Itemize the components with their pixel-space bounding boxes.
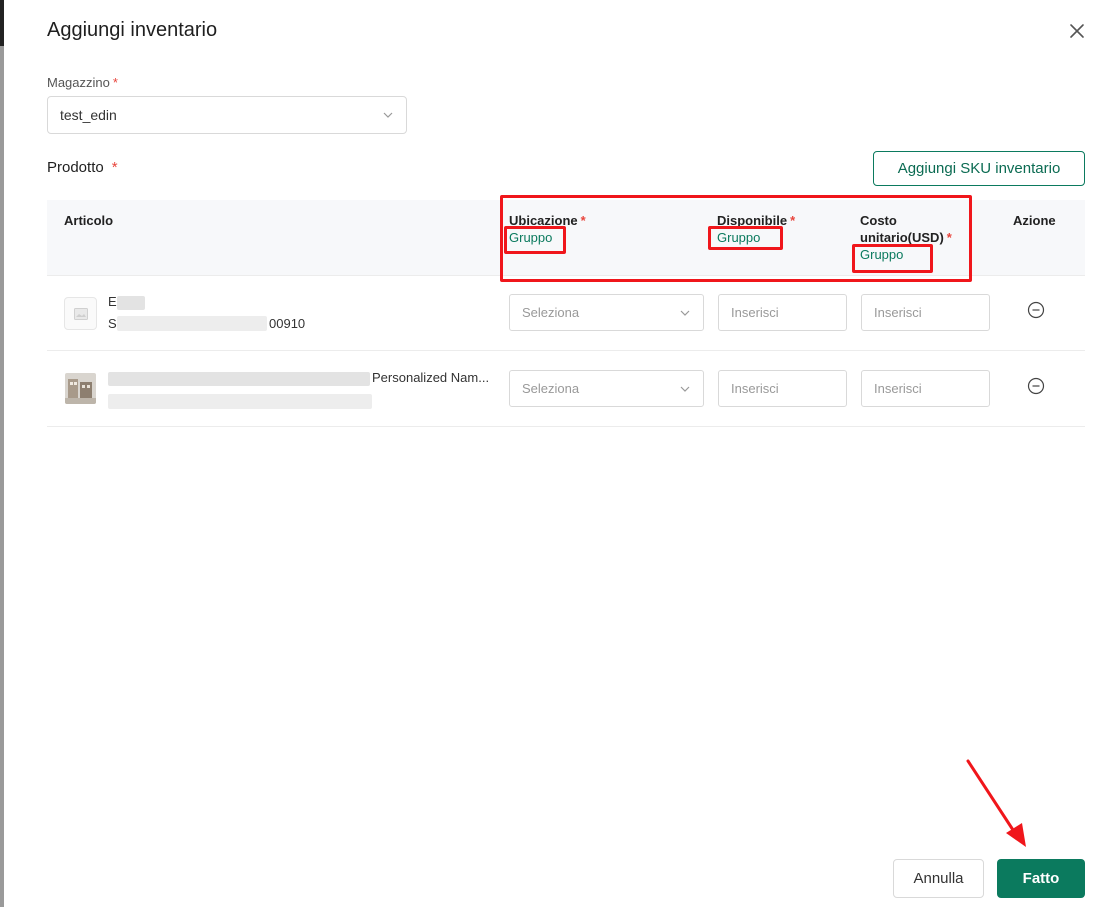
- table-row: Personalized Nam... Seleziona: [47, 352, 1085, 427]
- unit-cost-input[interactable]: [861, 370, 990, 407]
- table-header: Articolo Ubicazione * Gruppo Disponibile *…: [47, 200, 1085, 276]
- chevron-down-icon: [680, 386, 690, 392]
- unit-cost-input[interactable]: [861, 294, 990, 331]
- available-group-link[interactable]: Gruppo: [717, 229, 795, 246]
- header-unit-cost: Costo unitario(USD) * Gruppo: [860, 212, 965, 263]
- minus-circle-icon[interactable]: [1027, 377, 1045, 395]
- add-inventory-modal: Aggiungi inventario Magazzino * test_edin…: [0, 0, 1104, 907]
- available-input[interactable]: [718, 370, 847, 407]
- location-select[interactable]: Seleziona: [509, 294, 704, 331]
- chevron-down-icon: [680, 310, 690, 316]
- product-label: Prodotto *: [47, 159, 118, 176]
- done-button[interactable]: Fatto: [997, 859, 1085, 898]
- warehouse-label: Magazzino *: [47, 75, 118, 90]
- chevron-down-icon: [383, 112, 393, 118]
- close-icon[interactable]: [1066, 20, 1088, 42]
- warehouse-select[interactable]: test_edin: [47, 96, 407, 134]
- header-article: Articolo: [64, 213, 114, 228]
- add-sku-button[interactable]: Aggiungi SKU inventario: [873, 151, 1085, 186]
- annotation-arrow: [966, 759, 1026, 847]
- warehouse-value: test_edin: [60, 107, 117, 123]
- product-thumbnail: [65, 373, 96, 404]
- table-row: E S 00910 Seleziona: [47, 276, 1085, 351]
- product-sku-suffix: 00910: [269, 316, 306, 331]
- image-placeholder-icon: [64, 297, 97, 330]
- redacted-text: [108, 394, 372, 409]
- product-name: E: [108, 294, 117, 309]
- minus-circle-icon[interactable]: [1027, 301, 1045, 319]
- background-edge: [0, 0, 4, 907]
- redacted-text: [108, 372, 370, 386]
- redacted-text: [117, 316, 267, 331]
- cost-group-link[interactable]: Gruppo: [860, 246, 965, 263]
- available-input[interactable]: [718, 294, 847, 331]
- location-select[interactable]: Seleziona: [509, 370, 704, 407]
- cancel-button[interactable]: Annulla: [893, 859, 984, 898]
- location-group-link[interactable]: Gruppo: [509, 229, 586, 246]
- product-name: Personalized Nam...: [372, 370, 490, 385]
- redacted-text: [117, 296, 145, 310]
- header-action: Azione: [1013, 213, 1056, 228]
- header-available: Disponibile * Gruppo: [717, 213, 796, 246]
- product-sku: S: [108, 316, 117, 331]
- modal-title: Aggiungi inventario: [47, 19, 218, 41]
- header-location: Ubicazione * Gruppo: [509, 213, 586, 246]
